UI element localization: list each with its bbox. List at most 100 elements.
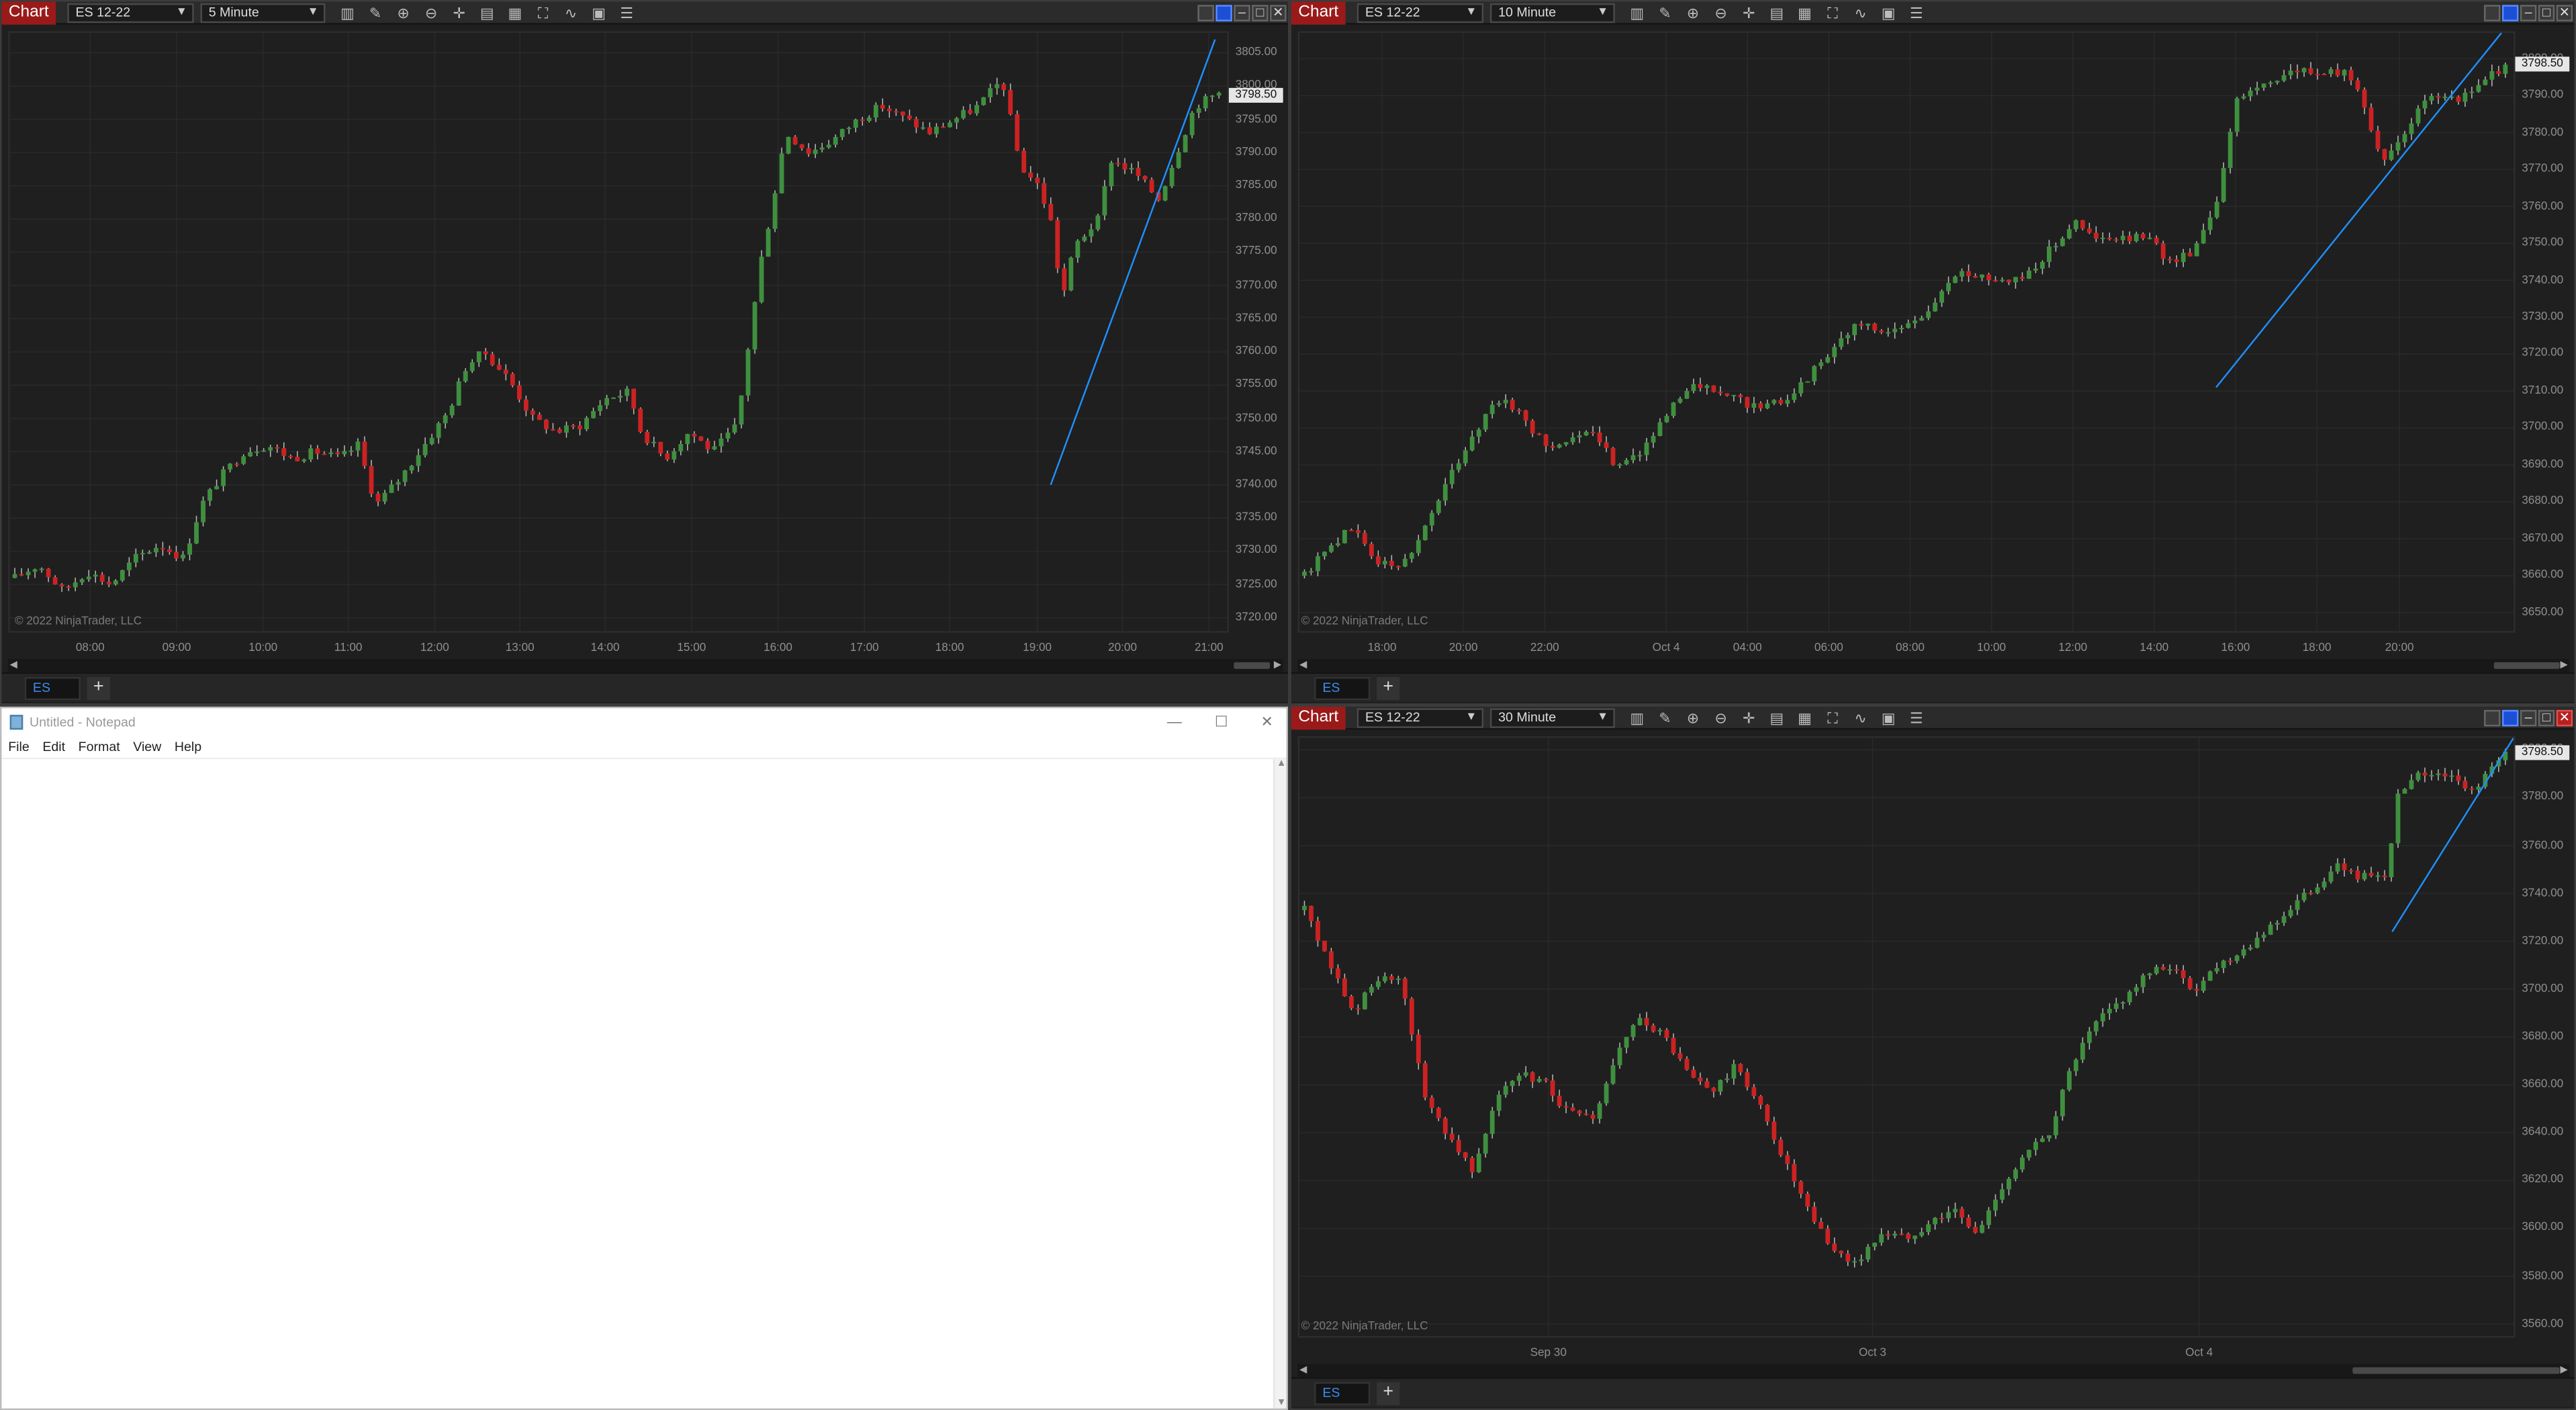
crosshair-icon[interactable]: ✛: [1738, 708, 1759, 728]
add-tab-button[interactable]: +: [87, 676, 110, 701]
template-icon[interactable]: ▦: [1794, 3, 1816, 23]
drawing-tool-icon[interactable]: ✎: [365, 3, 386, 23]
chart-menu-button[interactable]: Chart: [1291, 706, 1346, 730]
horizontal-scrollbar[interactable]: ◀ ▶: [8, 659, 1283, 672]
maximize-button[interactable]: ☐: [1215, 708, 1228, 736]
interval-select[interactable]: 30 Minute ▼: [1489, 708, 1615, 728]
data-box-icon[interactable]: ☰: [1906, 3, 1927, 23]
properties-icon[interactable]: ▤: [1766, 708, 1788, 728]
strategy-icon[interactable]: ▣: [588, 3, 610, 23]
tab-es[interactable]: ES: [1314, 676, 1371, 701]
zoom-out-icon[interactable]: ⊖: [1710, 708, 1732, 728]
instrument-select[interactable]: ES 12-22 ▼: [1356, 3, 1484, 24]
drawing-tool-icon[interactable]: ✎: [1655, 3, 1676, 23]
close-button[interactable]: ✕: [1270, 5, 1287, 21]
scroll-left-icon[interactable]: ◀: [1299, 1364, 1307, 1378]
menu-view[interactable]: View: [126, 736, 168, 758]
time-axis[interactable]: 18:00 20:00 22:00 Oct 4 04:00 06:00 08:00 10:00…: [1299, 640, 2514, 659]
indicator-icon[interactable]: ∿: [560, 3, 582, 23]
candle: [46, 568, 51, 582]
zoom-in-icon[interactable]: ⊕: [393, 3, 414, 23]
menu-edit[interactable]: Edit: [36, 736, 72, 758]
chart-menu-button[interactable]: Chart: [1291, 1, 1346, 25]
maximize-button[interactable]: □: [2538, 5, 2555, 21]
fit-icon[interactable]: ⛶: [533, 3, 554, 23]
menu-help[interactable]: Help: [168, 736, 208, 758]
menu-file[interactable]: File: [1, 736, 36, 758]
properties-icon[interactable]: ▤: [476, 3, 498, 23]
candle: [255, 445, 260, 456]
strategy-icon[interactable]: ▣: [1878, 708, 1899, 728]
link-color-icon[interactable]: [1215, 5, 1232, 21]
price-axis[interactable]: 3800.003780.003760.003740.003720.003700.…: [2515, 736, 2574, 1337]
drawing-tool-icon[interactable]: ✎: [1655, 708, 1676, 728]
close-button[interactable]: ✕: [2556, 709, 2573, 727]
horizontal-scrollbar[interactable]: ◀ ▶: [1297, 659, 2570, 672]
tile-icon[interactable]: [2484, 5, 2501, 21]
zoom-out-icon[interactable]: ⊖: [1710, 3, 1732, 23]
scroll-thumb[interactable]: [1234, 662, 1271, 669]
interval-select[interactable]: 5 Minute ▼: [200, 3, 326, 24]
fit-icon[interactable]: ⛶: [1822, 708, 1843, 728]
minimize-button[interactable]: –: [2520, 5, 2537, 21]
bar-type-icon[interactable]: ▥: [1626, 3, 1648, 23]
crosshair-icon[interactable]: ✛: [449, 3, 470, 23]
zoom-in-icon[interactable]: ⊕: [1682, 3, 1704, 23]
tile-icon[interactable]: [2484, 709, 2501, 727]
fit-icon[interactable]: ⛶: [1822, 3, 1843, 23]
link-color-icon[interactable]: [2501, 709, 2519, 727]
zoom-out-icon[interactable]: ⊖: [420, 3, 442, 23]
scroll-down-icon[interactable]: ▼: [1277, 1399, 1287, 1409]
scroll-right-icon[interactable]: ▶: [2560, 1364, 2567, 1378]
candle: [1563, 441, 1569, 447]
menu-format[interactable]: Format: [72, 736, 127, 758]
crosshair-icon[interactable]: ✛: [1738, 3, 1759, 23]
price-axis[interactable]: 3805.00 3800.00 3795.00 3790.00 3785.00 3780.…: [1228, 31, 1288, 632]
price-plot[interactable]: [1297, 31, 2516, 633]
price-plot[interactable]: [1297, 736, 2516, 1338]
instrument-select[interactable]: ES 12-22 ▼: [67, 3, 194, 24]
maximize-button[interactable]: □: [2538, 709, 2555, 727]
data-box-icon[interactable]: ☰: [1906, 708, 1927, 728]
scroll-left-icon[interactable]: ◀: [1299, 659, 1307, 672]
horizontal-scrollbar[interactable]: ◀ ▶: [1297, 1364, 2570, 1378]
bar-type-icon[interactable]: ▥: [1626, 708, 1648, 728]
scroll-left-icon[interactable]: ◀: [10, 659, 17, 672]
bar-type-icon[interactable]: ▥: [337, 3, 359, 23]
scroll-thumb[interactable]: [2352, 1367, 2560, 1374]
template-icon[interactable]: ▦: [1794, 708, 1816, 728]
close-button[interactable]: ✕: [1261, 708, 1273, 736]
minimize-button[interactable]: –: [2520, 709, 2537, 727]
data-box-icon[interactable]: ☰: [616, 3, 637, 23]
maximize-button[interactable]: □: [1252, 5, 1269, 21]
instrument-select[interactable]: ES 12-22 ▼: [1356, 708, 1484, 728]
add-tab-button[interactable]: +: [1377, 676, 1400, 701]
price-plot[interactable]: [8, 31, 1229, 633]
time-axis[interactable]: Sep 30 Oct 3 Oct 4: [1299, 1344, 2514, 1364]
notepad-text-area[interactable]: [1, 759, 1273, 1409]
price-axis[interactable]: 3800.003790.003780.003770.003760.003750.…: [2515, 31, 2574, 632]
tile-icon[interactable]: [1197, 5, 1214, 21]
notepad-titlebar[interactable]: Untitled - Notepad — ☐ ✕: [1, 708, 1287, 737]
scroll-up-icon[interactable]: ▲: [1277, 759, 1287, 769]
scroll-right-icon[interactable]: ▶: [1274, 659, 1281, 672]
properties-icon[interactable]: ▤: [1766, 3, 1788, 23]
add-tab-button[interactable]: +: [1377, 1382, 1400, 1405]
link-color-icon[interactable]: [2501, 5, 2519, 21]
time-axis[interactable]: 08:00 09:00 10:00 11:00 12:00 13:00 14:00 15:00…: [10, 640, 1228, 659]
minimize-button[interactable]: –: [1234, 5, 1250, 21]
indicator-icon[interactable]: ∿: [1850, 708, 1872, 728]
indicator-icon[interactable]: ∿: [1850, 3, 1872, 23]
zoom-in-icon[interactable]: ⊕: [1682, 708, 1704, 728]
scroll-right-icon[interactable]: ▶: [2560, 659, 2567, 672]
tab-es[interactable]: ES: [1314, 1382, 1371, 1405]
scroll-thumb[interactable]: [2493, 662, 2560, 669]
interval-select[interactable]: 10 Minute ▼: [1489, 3, 1615, 24]
close-button[interactable]: ✕: [2556, 5, 2573, 21]
template-icon[interactable]: ▦: [504, 3, 526, 23]
minimize-button[interactable]: —: [1167, 708, 1182, 736]
tab-es[interactable]: ES: [24, 676, 81, 701]
chart-menu-button[interactable]: Chart: [1, 1, 56, 25]
vertical-scrollbar[interactable]: ▲ ▼: [1273, 759, 1287, 1409]
strategy-icon[interactable]: ▣: [1878, 3, 1899, 23]
